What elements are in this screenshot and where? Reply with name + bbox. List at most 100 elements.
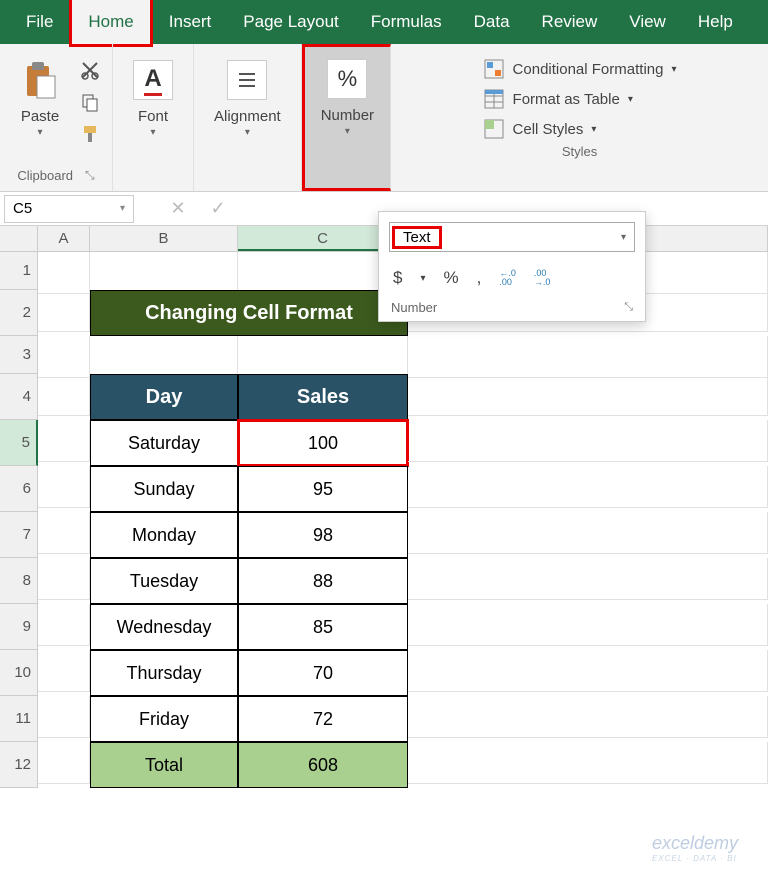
ribbon: Paste ▾ Clipboard⤡ A Font ▾ [0,44,768,192]
format-as-table-button[interactable]: Format as Table ▾ [483,88,677,110]
table-cell-sales[interactable]: 95 [238,466,408,512]
cancel-formula-icon[interactable]: ✕ [158,198,198,219]
cell[interactable] [38,558,90,600]
table-cell-day[interactable]: Friday [90,696,238,742]
number-launcher-icon[interactable]: ⤡ [624,301,633,314]
increase-decimal-button[interactable]: ←.0.00 [499,269,516,287]
row-header[interactable]: 2 [0,290,38,336]
cell[interactable] [90,252,238,294]
row-header[interactable]: 9 [0,604,38,650]
cell[interactable] [38,604,90,646]
row-header[interactable]: 4 [0,374,38,420]
table-title[interactable]: Changing Cell Format [90,290,408,336]
paste-button[interactable]: Paste ▾ [10,54,70,144]
format-painter-icon[interactable] [78,122,102,146]
cell[interactable] [38,512,90,554]
table-cell-day[interactable]: Sunday [90,466,238,512]
cell[interactable] [408,420,768,462]
table-cell-day[interactable]: Tuesday [90,558,238,604]
table-cell-sales[interactable]: 85 [238,604,408,650]
table-cell-day[interactable]: Thursday [90,650,238,696]
table-total-label[interactable]: Total [90,742,238,788]
accounting-format-button[interactable]: $ [393,268,402,288]
alignment-button[interactable]: Alignment ▾ [204,54,291,144]
table-header-day[interactable]: Day [90,374,238,420]
cell[interactable] [408,742,768,784]
number-format-select[interactable]: Text ▾ [389,222,635,252]
cell[interactable] [38,742,90,784]
comma-format-button[interactable]: , [477,268,482,288]
table-cell-sales[interactable]: 70 [238,650,408,696]
col-header-a[interactable]: A [38,226,90,251]
tab-page-layout[interactable]: Page Layout [227,0,354,44]
cell[interactable] [408,558,768,600]
cell[interactable] [408,374,768,416]
cell[interactable] [408,650,768,692]
tab-view[interactable]: View [613,0,682,44]
row-header[interactable]: 7 [0,512,38,558]
table-cell-sales[interactable]: 72 [238,696,408,742]
conditional-formatting-button[interactable]: Conditional Formatting ▾ [483,58,677,80]
row-header[interactable]: 3 [0,336,38,374]
row-header[interactable]: 1 [0,252,38,290]
number-format-value: Text [392,226,442,249]
cell[interactable] [38,336,90,378]
tab-data[interactable]: Data [458,0,526,44]
table-cell-sales[interactable]: 88 [238,558,408,604]
tab-help[interactable]: Help [682,0,749,44]
cell[interactable] [38,252,90,294]
name-box[interactable]: C5 ▾ [4,195,134,223]
tab-formulas[interactable]: Formulas [355,0,458,44]
decrease-decimal-button[interactable]: .00→.0 [534,269,551,287]
table-cell-day[interactable]: Monday [90,512,238,558]
cell[interactable] [408,696,768,738]
cell[interactable] [38,650,90,692]
cell[interactable] [38,696,90,738]
table-cell-sales[interactable]: 98 [238,512,408,558]
cell-styles-button[interactable]: Cell Styles ▾ [483,118,677,140]
row-header[interactable]: 8 [0,558,38,604]
chevron-down-icon: ▾ [245,127,250,138]
watermark-tag: EXCEL · DATA · BI [652,854,738,863]
cell[interactable] [408,336,768,378]
clipboard-launcher-icon[interactable]: ⤡ [85,168,95,183]
cell[interactable] [408,466,768,508]
chevron-down-icon: ▾ [621,232,626,243]
cell[interactable] [38,420,90,462]
cell[interactable] [38,290,90,332]
cell[interactable] [38,466,90,508]
table-header-sales[interactable]: Sales [238,374,408,420]
tab-insert[interactable]: Insert [153,0,228,44]
cell[interactable] [90,336,238,378]
conditional-formatting-label: Conditional Formatting [513,61,664,78]
select-all-corner[interactable] [0,226,38,251]
cell-styles-label: Cell Styles [513,121,584,138]
number-format-popup: Text ▾ $ ▾ % , ←.0.00 .00→.0 Number ⤡ [378,211,646,322]
row-header[interactable]: 12 [0,742,38,788]
cell[interactable] [408,512,768,554]
table-cell-day[interactable]: Wednesday [90,604,238,650]
group-number: % Number ▾ [302,44,391,191]
cell[interactable] [238,336,408,378]
row-header[interactable]: 6 [0,466,38,512]
percent-format-button[interactable]: % [444,268,459,288]
table-cell-day[interactable]: Saturday [90,420,238,466]
table-cell-sales[interactable]: 100 [238,420,408,466]
col-header-b[interactable]: B [90,226,238,251]
format-table-icon [483,88,505,110]
tab-home[interactable]: Home [69,0,152,47]
number-button[interactable]: % Number ▾ [311,53,384,143]
cell[interactable] [38,374,90,416]
tab-file[interactable]: File [10,0,69,44]
enter-formula-icon[interactable]: ✓ [198,198,238,219]
format-table-label: Format as Table [513,91,620,108]
tab-review[interactable]: Review [526,0,614,44]
row-header[interactable]: 5 [0,420,38,466]
table-total-value[interactable]: 608 [238,742,408,788]
row-header[interactable]: 11 [0,696,38,742]
row-header[interactable]: 10 [0,650,38,696]
cell[interactable] [408,604,768,646]
font-button[interactable]: A Font ▾ [123,54,183,144]
copy-icon[interactable] [78,90,102,114]
cut-icon[interactable] [78,58,102,82]
